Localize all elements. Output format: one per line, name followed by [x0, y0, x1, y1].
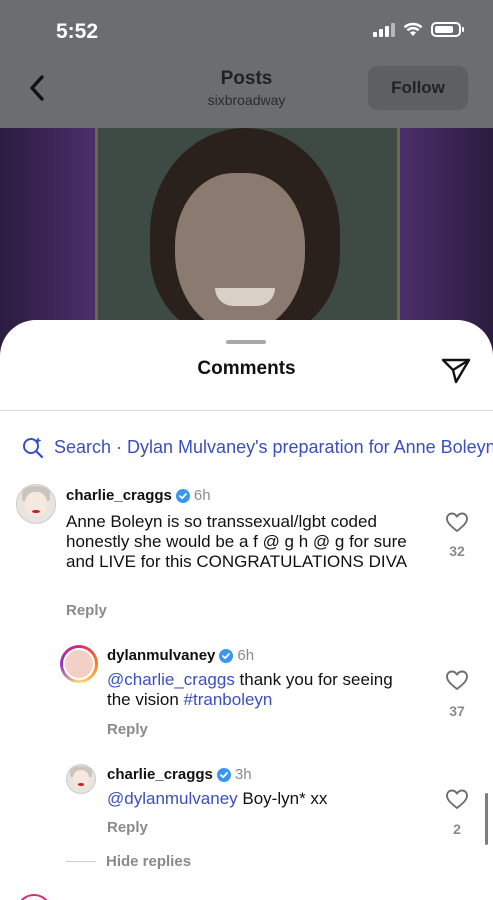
reply-button[interactable]: Reply [107, 819, 148, 836]
scrollbar[interactable] [485, 793, 488, 845]
comment-time: 3h [234, 766, 252, 783]
search-suggestion[interactable]: Search · Dylan Mulvaney's preparation fo… [22, 434, 493, 460]
search-sparkle-icon [23, 437, 44, 458]
share-button[interactable] [440, 356, 472, 386]
comment-text: @charlie_craggs thank you for seeing the… [107, 670, 407, 710]
comment-header: dylanmulvaney 6h [107, 647, 254, 664]
heart-icon[interactable] [445, 788, 469, 810]
mention-link[interactable]: @dylanmulvaney [107, 789, 238, 808]
reply-button[interactable]: Reply [107, 721, 148, 738]
comment-text: Anne Boleyn is so transsexual/lgbt coded… [66, 512, 408, 571]
comment-time: 6h [237, 647, 255, 664]
search-suggestion-text: Search · Dylan Mulvaney's preparation fo… [54, 436, 493, 457]
like-count: 2 [453, 821, 461, 837]
comment-header: charlie_craggs 6h [66, 487, 211, 504]
follow-button[interactable]: Follow [368, 66, 468, 110]
paper-plane-icon [441, 358, 471, 384]
wifi-icon [403, 22, 423, 36]
like-count: 37 [449, 703, 465, 719]
sheet-grabber[interactable] [226, 340, 266, 344]
comment-username[interactable]: dylanmulvaney [107, 647, 215, 664]
cellular-signal-icon [373, 22, 395, 37]
like-count: 32 [449, 543, 465, 559]
comment-text-body: Boy-lyn* xx [237, 789, 328, 808]
avatar[interactable] [66, 764, 96, 794]
verified-badge-icon [175, 488, 190, 503]
heart-icon[interactable] [445, 511, 469, 533]
reply-button[interactable]: Reply [66, 602, 107, 619]
comment-header: charlie_craggs 3h [107, 766, 252, 783]
comment-username[interactable]: charlie_craggs [66, 487, 172, 504]
status-bar: 5:52 [0, 0, 493, 62]
comments-title: Comments [197, 358, 296, 379]
hide-replies-label: Hide replies [106, 853, 192, 870]
comment-text: @dylanmulvaney Boy-lyn* xx [107, 789, 407, 809]
status-time: 5:52 [56, 20, 99, 43]
verified-badge-icon [216, 767, 231, 782]
battery-icon [431, 22, 464, 37]
hashtag-link[interactable]: #tranboleyn [184, 690, 273, 709]
nav-bar: Posts sixbroadway Follow [0, 62, 493, 128]
hide-replies-button[interactable]: Hide replies [66, 853, 191, 870]
comment-username[interactable]: charlie_craggs [107, 766, 213, 783]
status-icons [373, 22, 464, 37]
verified-badge-icon [219, 648, 234, 663]
heart-icon[interactable] [445, 669, 469, 691]
comment-time: 6h [193, 487, 211, 504]
mention-link[interactable]: @charlie_craggs [107, 670, 235, 689]
avatar[interactable] [16, 484, 56, 524]
divider [0, 410, 493, 411]
avatar[interactable] [60, 645, 98, 683]
